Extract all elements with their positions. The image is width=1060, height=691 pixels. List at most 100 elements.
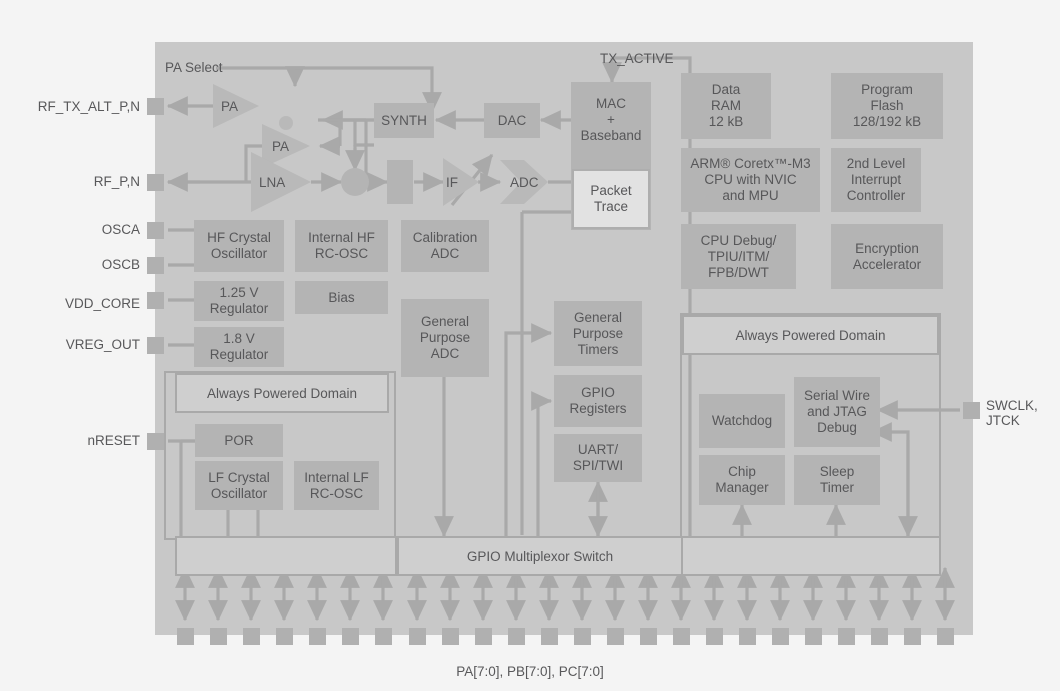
block-bias-label: Bias <box>328 289 355 305</box>
block-regulator-1v8-label: 1.8 V Regulator <box>209 331 269 362</box>
label-pa-select: PA Select <box>165 60 223 75</box>
gpio-pad[interactable] <box>805 628 822 645</box>
block-program-flash-label: Program Flash 128/192 kB <box>852 82 922 129</box>
pin-label-rf-tx-alt: RF_TX_ALT_P,N <box>37 99 140 114</box>
pa-main-label: PA <box>272 139 290 154</box>
gpio-pad[interactable] <box>508 628 525 645</box>
domain-left-always-powered-label: Always Powered Domain <box>206 385 358 401</box>
bottom-caption: PA[7:0], PB[7:0], PC[7:0] <box>456 664 604 679</box>
block-uart-spi-twi-label: UART/ SPI/TWI <box>572 442 624 473</box>
block-hf-crystal-oscillator-label: HF Crystal Oscillator <box>207 230 271 261</box>
pin-label-rf-p-n: RF_P,N <box>93 174 140 189</box>
gpio-pad[interactable] <box>342 628 359 645</box>
block-general-purpose-timers: General Purpose Timers <box>554 301 642 366</box>
gpio-mux-segment-c <box>681 536 941 576</box>
domain-right-always-powered-header: Always Powered Domain <box>682 315 939 355</box>
block-general-purpose-adc: General Purpose ADC <box>401 299 489 377</box>
lna-label: LNA <box>259 175 286 190</box>
block-sleep-timer: Sleep Timer <box>794 455 880 505</box>
block-internal-hf-rc-osc: Internal HF RC-OSC <box>295 220 388 272</box>
gpio-mux-label: GPIO Multiplexor Switch <box>466 548 614 564</box>
gpio-pad[interactable] <box>475 628 492 645</box>
block-uart-spi-twi: UART/ SPI/TWI <box>554 434 642 482</box>
block-internal-hf-rc-osc-label: Internal HF RC-OSC <box>308 230 375 261</box>
block-encryption-accelerator-label: Encryption Accelerator <box>852 240 922 272</box>
if-label: IF <box>446 175 458 190</box>
pin-label-osca: OSCA <box>101 222 140 237</box>
block-por: POR <box>195 424 283 457</box>
adc-label: ADC <box>510 175 539 190</box>
gpio-mux-segment-a <box>175 536 397 576</box>
block-serial-wire-jtag-debug: Serial Wire and JTAG Debug <box>794 377 880 447</box>
block-diagram-canvas: ≈ PA PA LNA IF ADC PA Select TX_ACTIVE R… <box>0 0 1060 691</box>
gpio-pad[interactable] <box>541 628 558 645</box>
pin-label-oscb: OSCB <box>101 257 140 272</box>
gpio-pad[interactable] <box>574 628 591 645</box>
gpio-pad[interactable] <box>276 628 293 645</box>
pin-pad-nreset[interactable] <box>147 433 164 450</box>
pin-pad-vreg-out[interactable] <box>147 337 164 354</box>
block-calibration-adc: Calibration ADC <box>401 220 489 272</box>
block-packet-trace-label: Packet Trace <box>590 183 632 214</box>
gpio-pad[interactable] <box>937 628 954 645</box>
gpio-pad[interactable] <box>640 628 657 645</box>
gpio-pad[interactable] <box>177 628 194 645</box>
block-gpio-registers: GPIO Registers <box>554 375 642 427</box>
gpio-pad[interactable] <box>442 628 459 645</box>
pin-pad-oscb[interactable] <box>147 257 164 274</box>
block-calibration-adc-label: Calibration ADC <box>412 230 478 261</box>
block-interrupt-controller-label: 2nd Level Interrupt Controller <box>846 156 906 203</box>
gpio-pad[interactable] <box>309 628 326 645</box>
block-regulator-1v25-label: 1.25 V Regulator <box>209 285 269 316</box>
pin-pad-rf-tx-alt[interactable] <box>147 98 164 115</box>
block-regulator-1v25: 1.25 V Regulator <box>194 281 284 321</box>
block-arm-cortex-m3-label: ARM® Coretx™-M3 CPU with NVIC and MPU <box>690 156 811 203</box>
gpio-pad[interactable] <box>375 628 392 645</box>
block-sleep-timer-label: Sleep Timer <box>819 464 855 495</box>
pin-label-nreset: nRESET <box>87 433 140 448</box>
gpio-pad[interactable] <box>904 628 921 645</box>
block-hf-crystal-oscillator: HF Crystal Oscillator <box>194 220 284 272</box>
gpio-pad[interactable] <box>838 628 855 645</box>
block-por-label: POR <box>224 432 254 448</box>
block-cpu-debug: CPU Debug/ TPIU/ITM/ FPB/DWT <box>681 224 796 289</box>
block-internal-lf-rc-osc: Internal LF RC-OSC <box>294 461 379 510</box>
gpio-pad[interactable] <box>871 628 888 645</box>
block-chip-manager-label: Chip Manager <box>715 464 769 495</box>
block-dac: DAC <box>484 103 540 138</box>
block-serial-wire-jtag-debug-label: Serial Wire and JTAG Debug <box>803 388 870 435</box>
block-rf-filter <box>387 160 413 204</box>
block-general-purpose-timers-label: General Purpose Timers <box>572 309 624 357</box>
block-data-ram: Data RAM 12 kB <box>681 73 771 139</box>
label-tx-active: TX_ACTIVE <box>600 51 674 66</box>
block-cpu-debug-label: CPU Debug/ TPIU/ITM/ FPB/DWT <box>700 232 777 280</box>
block-watchdog: Watchdog <box>699 394 785 448</box>
gpio-pad[interactable] <box>243 628 260 645</box>
block-lf-crystal-oscillator: LF Crystal Oscillator <box>195 461 283 510</box>
gpio-mux-segment-b: GPIO Multiplexor Switch <box>397 536 683 576</box>
gpio-pad[interactable] <box>409 628 426 645</box>
pa-alt-label: PA <box>221 99 239 114</box>
pin-pad-vdd-core[interactable] <box>147 292 164 309</box>
pin-pad-swclk-jtck[interactable] <box>963 402 980 419</box>
block-interrupt-controller: 2nd Level Interrupt Controller <box>831 148 921 212</box>
pin-pad-rf-p-n[interactable] <box>147 174 164 191</box>
gpio-pad[interactable] <box>210 628 227 645</box>
block-data-ram-label: Data RAM 12 kB <box>708 82 744 129</box>
block-synth: SYNTH <box>374 103 434 138</box>
block-program-flash: Program Flash 128/192 kB <box>831 73 943 139</box>
block-arm-cortex-m3: ARM® Coretx™-M3 CPU with NVIC and MPU <box>681 148 820 212</box>
block-lf-crystal-oscillator-label: LF Crystal Oscillator <box>208 469 270 501</box>
block-watchdog-label: Watchdog <box>711 413 773 428</box>
gpio-pad[interactable] <box>772 628 789 645</box>
domain-right-always-powered-label: Always Powered Domain <box>735 327 886 343</box>
block-gpio-registers-label: GPIO Registers <box>569 385 627 416</box>
block-regulator-1v8: 1.8 V Regulator <box>194 327 284 367</box>
gpio-pad[interactable] <box>739 628 756 645</box>
pin-pad-osca[interactable] <box>147 222 164 239</box>
block-bias: Bias <box>295 281 388 314</box>
gpio-pad[interactable] <box>673 628 690 645</box>
gpio-pad[interactable] <box>706 628 723 645</box>
pin-label-vreg-out: VREG_OUT <box>65 337 140 352</box>
gpio-pad[interactable] <box>607 628 624 645</box>
